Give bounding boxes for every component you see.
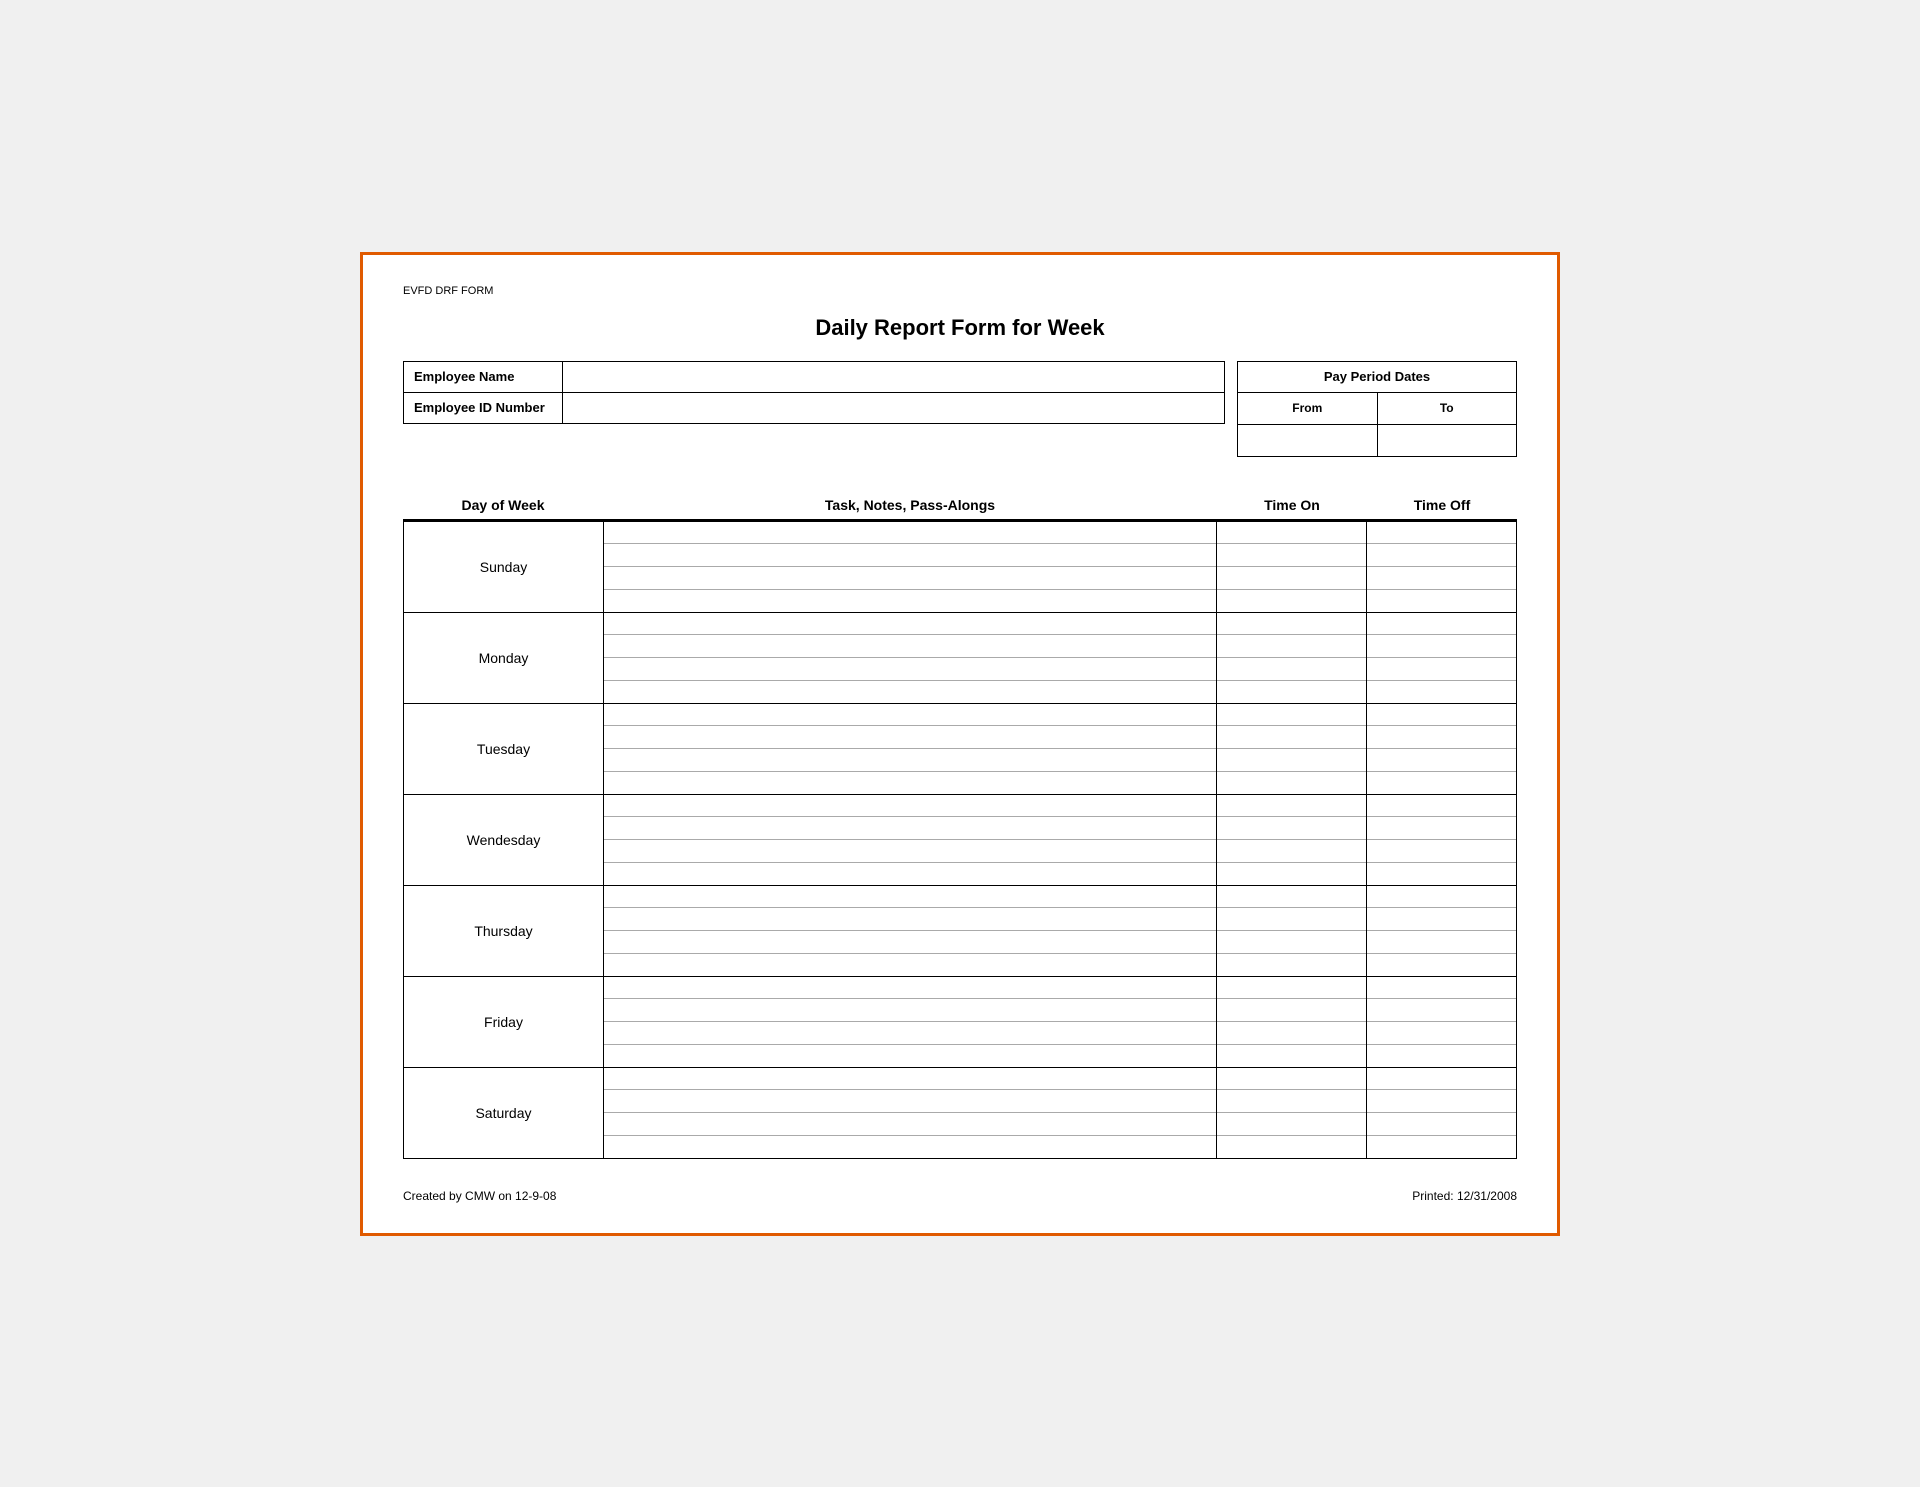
day-cell-monday: Monday [404, 612, 604, 703]
day-cell-friday: Friday [404, 976, 604, 1067]
column-headers: Day of Week Task, Notes, Pass-Alongs Tim… [403, 497, 1517, 521]
timeoff-cell-thursday[interactable] [1367, 885, 1517, 976]
timeon-cell-sunday[interactable] [1217, 521, 1367, 612]
employee-name-input[interactable] [563, 361, 1225, 393]
timeoff-cell-tuesday[interactable] [1367, 703, 1517, 794]
task-cell-thursday[interactable] [604, 885, 1217, 976]
timeon-cell-monday[interactable] [1217, 612, 1367, 703]
day-cell-tuesday: Tuesday [404, 703, 604, 794]
col-header-day: Day of Week [403, 497, 603, 521]
footer-created: Created by CMW on 12-9-08 [403, 1189, 556, 1203]
task-cell-tuesday[interactable] [604, 703, 1217, 794]
timeon-cell-friday[interactable] [1217, 976, 1367, 1067]
day-cell-thursday: Thursday [404, 885, 604, 976]
timeoff-cell-monday[interactable] [1367, 612, 1517, 703]
col-header-timeoff: Time Off [1367, 497, 1517, 521]
pay-period-to-input[interactable] [1378, 425, 1518, 457]
timeoff-cell-sunday[interactable] [1367, 521, 1517, 612]
pay-period-inputs [1237, 425, 1517, 457]
form-title: Daily Report Form for Week [403, 315, 1517, 341]
timeoff-cell-friday[interactable] [1367, 976, 1517, 1067]
week-table: SundayMondayTuesdayWendesdayThursdayFrid… [403, 521, 1517, 1159]
pay-period-from-input[interactable] [1237, 425, 1378, 457]
table-row: Saturday [404, 1067, 1517, 1158]
task-cell-friday[interactable] [604, 976, 1217, 1067]
day-cell-sunday: Sunday [404, 521, 604, 612]
info-left: Employee Name Employee ID Number [403, 361, 1225, 457]
task-cell-wendesday[interactable] [604, 794, 1217, 885]
footer: Created by CMW on 12-9-08 Printed: 12/31… [403, 1189, 1517, 1203]
timeon-cell-tuesday[interactable] [1217, 703, 1367, 794]
timeon-cell-saturday[interactable] [1217, 1067, 1367, 1158]
footer-printed: Printed: 12/31/2008 [1412, 1189, 1517, 1203]
employee-id-label: Employee ID Number [403, 392, 563, 424]
table-row: Wendesday [404, 794, 1517, 885]
col-header-tasks: Task, Notes, Pass-Alongs [603, 497, 1217, 521]
table-row: Monday [404, 612, 1517, 703]
pay-period-to-label: To [1378, 393, 1518, 425]
day-cell-saturday: Saturday [404, 1067, 604, 1158]
page-container: EVFD DRF FORM Daily Report Form for Week… [360, 252, 1560, 1236]
col-header-timeon: Time On [1217, 497, 1367, 521]
table-row: Tuesday [404, 703, 1517, 794]
pay-period-header: Pay Period Dates [1237, 361, 1517, 393]
timeon-cell-thursday[interactable] [1217, 885, 1367, 976]
task-cell-monday[interactable] [604, 612, 1217, 703]
timeoff-cell-wendesday[interactable] [1367, 794, 1517, 885]
day-cell-wendesday: Wendesday [404, 794, 604, 885]
form-header-label: EVFD DRF FORM [403, 285, 1517, 297]
table-row: Friday [404, 976, 1517, 1067]
task-cell-sunday[interactable] [604, 521, 1217, 612]
task-cell-saturday[interactable] [604, 1067, 1217, 1158]
pay-period-section: Pay Period Dates From To [1237, 361, 1517, 457]
table-row: Sunday [404, 521, 1517, 612]
timeoff-cell-saturday[interactable] [1367, 1067, 1517, 1158]
timeon-cell-wendesday[interactable] [1217, 794, 1367, 885]
pay-period-from-label: From [1237, 393, 1378, 425]
employee-name-label: Employee Name [403, 361, 563, 393]
pay-period-labels: From To [1237, 393, 1517, 425]
employee-name-row: Employee Name [403, 361, 1225, 393]
info-section: Employee Name Employee ID Number Pay Per… [403, 361, 1517, 457]
table-row: Thursday [404, 885, 1517, 976]
employee-id-input[interactable] [563, 392, 1225, 424]
employee-id-row: Employee ID Number [403, 392, 1225, 424]
